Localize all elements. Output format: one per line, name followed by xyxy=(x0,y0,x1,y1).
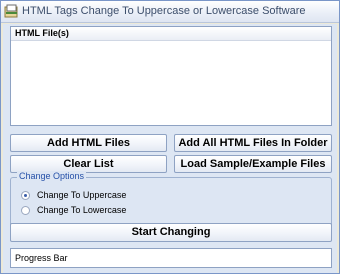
client-area: HTML File(s) Add HTML Files Add All HTML… xyxy=(3,24,337,273)
column-header-html-files: HTML File(s) xyxy=(15,28,69,38)
load-sample-files-button[interactable]: Load Sample/Example Files xyxy=(174,155,332,173)
radio-uppercase-indicator[interactable] xyxy=(21,191,30,200)
start-changing-button[interactable]: Start Changing xyxy=(10,223,332,242)
app-icon xyxy=(4,4,19,19)
add-html-files-button[interactable]: Add HTML Files xyxy=(10,134,167,152)
radio-lowercase-indicator[interactable] xyxy=(21,206,30,215)
app-window: HTML Tags Change To Uppercase or Lowerca… xyxy=(0,0,340,274)
title-bar[interactable]: HTML Tags Change To Uppercase or Lowerca… xyxy=(1,1,339,23)
progress-bar: Progress Bar xyxy=(10,248,332,268)
change-options-title: Change Options xyxy=(17,171,87,181)
file-list-header[interactable]: HTML File(s) xyxy=(11,27,331,41)
progress-label: Progress Bar xyxy=(15,253,68,263)
file-list[interactable]: HTML File(s) xyxy=(10,26,332,126)
radio-lowercase-label[interactable]: Change To Lowercase xyxy=(37,205,126,215)
add-all-html-files-in-folder-button[interactable]: Add All HTML Files In Folder xyxy=(174,134,332,152)
radio-uppercase-label[interactable]: Change To Uppercase xyxy=(37,190,126,200)
window-title: HTML Tags Change To Uppercase or Lowerca… xyxy=(22,5,306,17)
